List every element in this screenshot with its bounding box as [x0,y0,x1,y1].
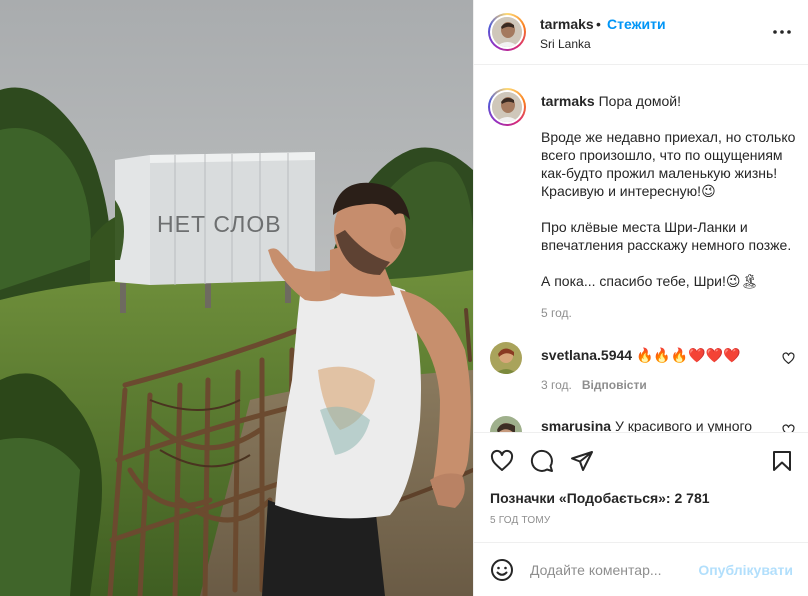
reply-button[interactable]: Відповісти [582,378,647,392]
caption-username[interactable]: tarmaks [541,93,595,109]
likes-count[interactable]: Позначки «Подобається»: 2 781 [490,490,710,506]
comment-heart-icon[interactable] [782,424,795,432]
comment-line: smarusina У красивого и умного [541,418,752,432]
caption-first-line: tarmaks Пора домой! [541,92,797,110]
post-photo[interactable]: НЕТ СЛОВ [0,0,473,596]
commenter-avatar[interactable] [490,342,522,374]
author-avatar-photo [492,17,522,47]
comment-text: 🔥🔥🔥❤️❤️❤️ [635,347,741,363]
send-icon[interactable] [570,449,594,473]
separator-dot: • [596,16,601,32]
post-actions: Позначки «Подобається»: 2 781 5 год тому [474,432,808,542]
comment-line: svetlana.5944 🔥🔥🔥❤️❤️❤️ [541,347,741,364]
caption-paragraph: А пока... спасибо тебе, Шри!😉🏝 [541,273,759,289]
billboard-sign-text: НЕТ СЛОВ [157,211,282,237]
comment-icon[interactable] [530,449,554,473]
comment-text: У красивого и умного [614,418,753,432]
comment-username[interactable]: smarusina [541,418,611,432]
comment-composer: Опублікувати [474,542,808,596]
caption-lead: Пора домой! [598,93,681,109]
caption-author-avatar[interactable] [488,88,526,126]
comment-time[interactable]: 3 год. [541,378,572,392]
heart-icon[interactable] [490,449,514,473]
comment-meta: 3 год. Відповісти [541,378,647,392]
commenter-avatar[interactable] [490,416,522,432]
post-header: tarmaks • Стежити Sri Lanka [474,0,808,65]
post-sidebar: tarmaks • Стежити Sri Lanka tarmaks Пора… [473,0,808,596]
bookmark-icon[interactable] [770,449,794,473]
comment-username[interactable]: svetlana.5944 [541,347,632,363]
comment-heart-icon[interactable] [782,352,795,365]
smile-icon[interactable] [490,558,514,582]
post-caption: tarmaks Пора домой! Вроде же недавно при… [541,92,797,308]
author-avatar[interactable] [488,13,526,51]
follow-button[interactable]: Стежити [607,16,666,32]
caption-paragraph: Про клёвые места Шри-Ланки и впечатления… [541,219,792,253]
comments-list[interactable]: tarmaks Пора домой! Вроде же недавно при… [474,66,808,432]
caption-paragraph: Вроде же недавно приехал, но столько все… [541,129,800,199]
caption-timestamp[interactable]: 5 год. [541,306,572,320]
caption-avatar-photo [492,92,522,122]
post-location[interactable]: Sri Lanka [540,37,591,51]
publish-button[interactable]: Опублікувати [698,562,793,578]
more-horizontal-icon[interactable] [771,22,793,42]
post-timestamp: 5 год тому [490,515,551,526]
author-username[interactable]: tarmaks [540,16,594,32]
